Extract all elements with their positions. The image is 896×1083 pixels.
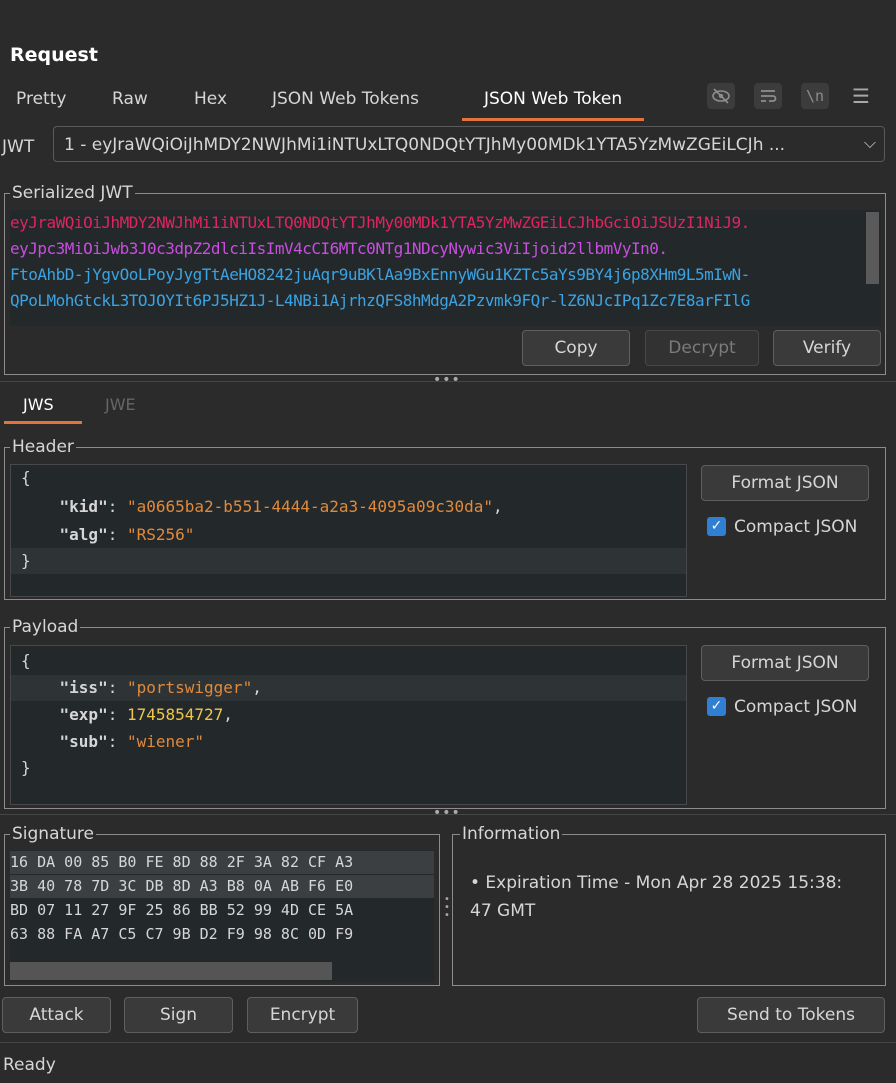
send-to-tokens-button[interactable]: Send to Tokens <box>697 997 885 1033</box>
payload-compact-checkbox[interactable]: ✓ <box>707 697 726 716</box>
status-divider <box>0 1042 896 1043</box>
header-alg-key: "alg" <box>59 525 108 544</box>
chevron-down-icon: ⌵ <box>863 133 876 152</box>
header-json-editor[interactable]: { "kid": "a0665ba2-b551-4444-a2a3-4095a0… <box>10 464 687 597</box>
payload-iss-key: "iss" <box>59 678 108 697</box>
expiration-info-line-2: 47 GMT <box>470 901 536 921</box>
header-title: Header <box>10 437 76 457</box>
payload-close-brace: } <box>21 758 31 777</box>
splitter-handle[interactable]: ••• <box>433 372 461 388</box>
hex-row: 3B 40 78 7D 3C DB 8D A3 B8 0A AB F6 E0 <box>10 875 434 898</box>
header-kid-value: "a0665ba2-b551-4444-a2a3-4095a09c30da" <box>126 497 494 516</box>
newline-icon[interactable]: \n <box>801 83 829 109</box>
hex-row: 16 DA 00 85 B0 FE 8D 88 2F 3A 82 CF A3 <box>10 851 434 874</box>
payload-title: Payload <box>10 617 81 637</box>
jwt-signature-segment-2: QPoLMohGtckL3TOJOYIt6PJ5HZ1J-L4NBi1Ajrhz… <box>10 291 750 310</box>
jwt-selected-value: 1 - eyJraWQiOiJhMDY2NWJhMi1iNTUxLTQ0NDQt… <box>64 135 786 155</box>
payload-exp-key: "exp" <box>59 705 108 724</box>
splitter-2-handle[interactable]: ••• <box>433 805 461 821</box>
tab-jws[interactable]: JWS <box>23 395 54 414</box>
verify-button[interactable]: Verify <box>773 330 881 366</box>
header-open-brace: { <box>21 468 31 487</box>
header-alg-value: "RS256" <box>126 525 195 544</box>
payload-format-json-button[interactable]: Format JSON <box>701 645 869 681</box>
header-close-brace: } <box>21 551 31 570</box>
sign-button[interactable]: Sign <box>124 997 233 1033</box>
panel-title: Request <box>10 44 98 66</box>
signature-hscrollbar[interactable] <box>10 962 332 980</box>
expiration-info-line-1: • Expiration Time - Mon Apr 28 2025 15:3… <box>470 873 843 893</box>
hex-row: BD 07 11 27 9F 25 86 BB 52 99 4D CE 5A <box>10 901 354 919</box>
eye-off-icon[interactable] <box>707 83 735 109</box>
tab-json-web-tokens[interactable]: JSON Web Tokens <box>270 88 421 118</box>
serialized-jwt-title: Serialized JWT <box>10 183 135 203</box>
header-compact-label: Compact JSON <box>734 517 858 537</box>
payload-exp-value: 1745854727 <box>126 705 224 724</box>
header-compact-checkbox[interactable]: ✓ <box>707 517 726 536</box>
payload-json-editor[interactable]: { "iss": "portswigger", "exp": 174585472… <box>10 645 687 805</box>
payload-compact-label: Compact JSON <box>734 697 858 717</box>
serialized-scrollbar[interactable] <box>866 212 879 284</box>
signature-title: Signature <box>10 824 97 844</box>
payload-sub-key: "sub" <box>59 732 108 751</box>
information-title: Information <box>460 824 563 844</box>
status-text: Ready <box>3 1055 56 1075</box>
tab-raw[interactable]: Raw <box>110 88 150 118</box>
jwt-signature-segment-1: FtoAhbD-jYgvOoLPoyJygTtAeHO8242juAqr9uBK… <box>10 265 750 284</box>
header-format-json-button[interactable]: Format JSON <box>701 465 869 501</box>
jwt-label: JWT <box>2 137 35 157</box>
tab-hex[interactable]: Hex <box>192 88 229 118</box>
copy-button[interactable]: Copy <box>522 330 630 366</box>
tab-pretty[interactable]: Pretty <box>14 88 68 118</box>
tab-json-web-token[interactable]: JSON Web Token <box>462 88 645 121</box>
jwt-select[interactable]: 1 - eyJraWQiOiJhMDY2NWJhMi1iNTUxLTQ0NDQt… <box>53 126 885 162</box>
payload-iss-value: "portswigger" <box>126 678 253 697</box>
decrypt-button[interactable]: Decrypt <box>645 330 759 366</box>
vertical-splitter-handle[interactable]: • • • <box>444 895 450 921</box>
tab-jwe[interactable]: JWE <box>105 395 136 414</box>
wrap-icon[interactable] <box>754 83 782 109</box>
hex-row: 63 88 FA A7 C5 C7 9B D2 F9 98 8C 0D F9 <box>10 925 354 943</box>
tab-jws-underline <box>4 421 82 424</box>
payload-sub-value: "wiener" <box>126 732 205 751</box>
jwt-payload-segment: eyJpc3MiOiJwb3J0c3dpZ2dlciIsImV4cCI6MTc0… <box>10 239 668 258</box>
payload-open-brace: { <box>21 651 31 670</box>
attack-button[interactable]: Attack <box>2 997 111 1033</box>
encrypt-button[interactable]: Encrypt <box>247 997 358 1033</box>
header-kid-key: "kid" <box>59 497 108 516</box>
jwt-header-segment: eyJraWQiOiJhMDY2NWJhMi1iNTUxLTQ0NDQtYTJh… <box>10 213 750 232</box>
serialized-jwt-text[interactable]: eyJraWQiOiJhMDY2NWJhMi1iNTUxLTQ0NDQtYTJh… <box>10 210 881 326</box>
menu-icon[interactable]: ☰ <box>852 84 870 108</box>
